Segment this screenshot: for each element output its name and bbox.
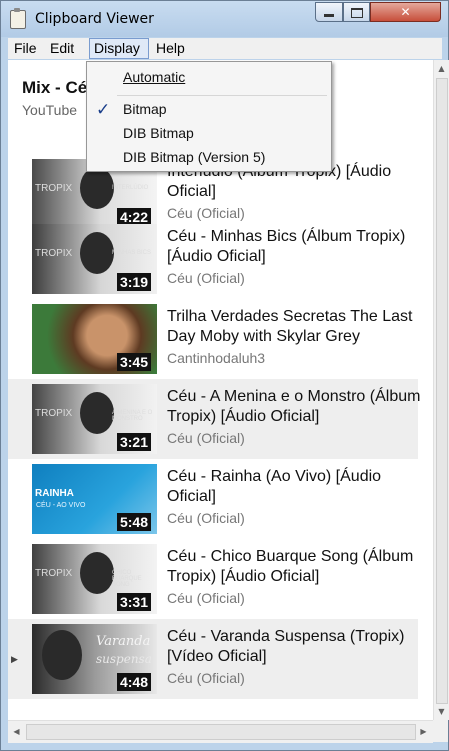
video-thumbnail: TROPIX MINHAS BICS 3:19 xyxy=(32,224,157,294)
video-duration: 4:48 xyxy=(116,673,151,691)
title-bar[interactable]: Clipboard Viewer ✕ xyxy=(1,1,448,37)
minimize-button[interactable] xyxy=(315,2,343,22)
menu-option-dib-bitmap[interactable]: DIB Bitmap xyxy=(123,125,194,141)
maximize-button[interactable] xyxy=(343,2,370,22)
mix-source: YouTube xyxy=(22,102,78,118)
clipboard-viewer-window: Clipboard Viewer ✕ File Edit Display Hel… xyxy=(0,0,449,751)
menu-option-bitmap[interactable]: Bitmap xyxy=(123,101,167,117)
video-thumbnail: RAINHA CÉU - AO VIVO 5:48 xyxy=(32,464,157,534)
clipboard-icon xyxy=(10,8,26,29)
scroll-right-icon[interactable]: ▶ xyxy=(415,721,432,743)
video-channel: Céu (Oficial) xyxy=(167,590,245,606)
window-title: Clipboard Viewer xyxy=(35,11,154,27)
vertical-scroll-thumb[interactable] xyxy=(436,78,448,704)
video-item[interactable]: TROPIX MINHAS BICS 3:19 Céu - Minhas Bic… xyxy=(8,219,418,299)
menu-help[interactable]: Help xyxy=(152,38,189,59)
video-item[interactable]: 3:45 Trilha Verdades Secretas The Last D… xyxy=(8,299,418,379)
scrollbar-corner xyxy=(433,720,448,742)
vertical-scrollbar[interactable]: ▲ ▼ xyxy=(433,60,449,720)
video-thumbnail: TROPIX A MENINA E O MONSTRO 3:21 xyxy=(32,384,157,454)
video-title: Céu - A Menina e o Monstro (Álbum Tropix… xyxy=(167,388,421,425)
video-title: Trilha Verdades Secretas The Last Day Mo… xyxy=(167,308,413,345)
menu-separator xyxy=(117,95,327,96)
video-channel: Cantinhodaluh3 xyxy=(167,350,266,366)
horizontal-scroll-thumb[interactable] xyxy=(26,724,416,740)
check-icon: ✓ xyxy=(96,100,111,119)
video-channel: Céu (Oficial) xyxy=(167,510,245,526)
video-item[interactable]: TROPIX A MENINA E O MONSTRO 3:21 Céu - A… xyxy=(8,379,421,459)
minimize-icon xyxy=(324,14,334,17)
video-title: Céu - Rainha (Ao Vivo) [Áudio Oficial] xyxy=(167,468,382,505)
maximize-icon xyxy=(350,8,363,18)
video-item[interactable]: RAINHA CÉU - AO VIVO 5:48 Céu - Rainha (… xyxy=(8,459,418,539)
video-channel: Céu (Oficial) xyxy=(167,270,245,286)
scroll-down-icon[interactable]: ▼ xyxy=(434,703,449,720)
video-thumbnail: TROPIX CHICO BUARQUE SONG 3:31 xyxy=(32,544,157,614)
video-duration: 3:19 xyxy=(116,273,151,291)
video-duration: 5:48 xyxy=(116,513,151,531)
menu-display[interactable]: Display xyxy=(89,38,149,59)
close-icon: ✕ xyxy=(400,5,411,19)
video-title: Céu - Minhas Bics (Álbum Tropix) [Áudio … xyxy=(167,228,406,265)
menu-option-dib-bitmap-v5[interactable]: DIB Bitmap (Version 5) xyxy=(123,149,265,165)
horizontal-scrollbar[interactable]: ◀ ▶ xyxy=(8,720,433,743)
video-channel: Céu (Oficial) xyxy=(167,670,245,686)
display-menu: Automatic ✓ Bitmap DIB Bitmap DIB Bitmap… xyxy=(86,61,332,172)
scroll-up-icon[interactable]: ▲ xyxy=(434,60,449,77)
menu-option-automatic[interactable]: Automatic xyxy=(123,69,185,85)
video-duration: 3:31 xyxy=(116,593,151,611)
menu-bar: File Edit Display Help xyxy=(8,38,442,59)
menu-edit[interactable]: Edit xyxy=(46,38,78,59)
row-pointer-icon: ▶ xyxy=(11,655,18,665)
video-thumbnail: 3:45 xyxy=(32,304,157,374)
scroll-left-icon[interactable]: ◀ xyxy=(8,721,25,743)
video-title: Céu - Varanda Suspensa (Tropix) [Vídeo O… xyxy=(167,628,405,665)
video-channel: Céu (Oficial) xyxy=(167,430,245,446)
video-title: Céu - Chico Buarque Song (Álbum Tropix) … xyxy=(167,548,414,585)
video-item[interactable]: ▶ Varanda suspensa 4:48 Céu - Varanda Su… xyxy=(8,619,418,699)
video-duration: 3:45 xyxy=(116,353,151,371)
video-item[interactable]: TROPIX CHICO BUARQUE SONG 3:31 Céu - Chi… xyxy=(8,539,418,619)
video-duration: 3:21 xyxy=(116,433,151,451)
video-thumbnail: Varanda suspensa 4:48 xyxy=(32,624,157,694)
close-button[interactable]: ✕ xyxy=(370,2,441,22)
menu-file[interactable]: File xyxy=(10,38,41,59)
